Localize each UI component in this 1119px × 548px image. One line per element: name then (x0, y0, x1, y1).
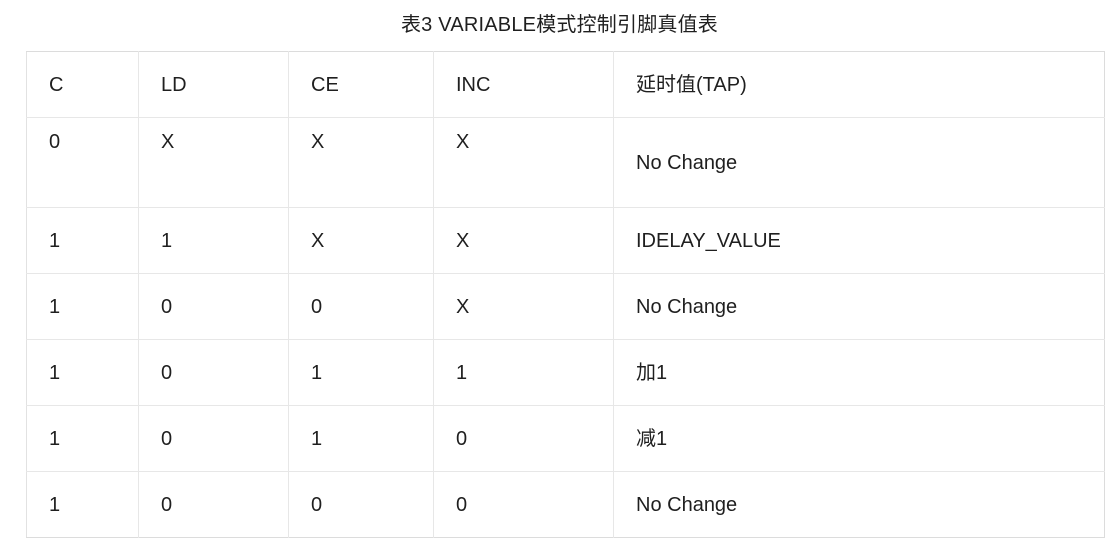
cell-delay-value: 减1 (613, 405, 1105, 472)
cell-ce: 0 (288, 471, 434, 538)
cell-inc: 1 (433, 339, 614, 406)
cell-inc: X (433, 117, 614, 208)
cell-c: 1 (26, 273, 139, 340)
cell-ce: X (288, 117, 434, 208)
column-header-ld: LD (138, 51, 289, 118)
cell-delay-value: IDELAY_VALUE (613, 207, 1105, 274)
cell-c: 1 (26, 339, 139, 406)
cell-ce: X (288, 207, 434, 274)
cell-ld: 1 (138, 207, 289, 274)
table-body: 0 X X X No Change 1 1 X X IDELAY_VALUE 1… (26, 117, 1105, 538)
cell-c: 1 (26, 405, 139, 472)
cell-ld: 0 (138, 471, 289, 538)
variable-mode-truth-table: C LD CE INC 延时值(TAP) 0 X X X No Change 1 (26, 51, 1105, 538)
cell-delay-value: No Change (613, 471, 1105, 538)
table-header-row: C LD CE INC 延时值(TAP) (26, 51, 1105, 118)
column-header-c: C (26, 51, 139, 118)
column-header-delay-value: 延时值(TAP) (613, 51, 1105, 118)
cell-inc: 0 (433, 405, 614, 472)
cell-c: 1 (26, 207, 139, 274)
cell-ce: 1 (288, 339, 434, 406)
cell-ce: 0 (288, 273, 434, 340)
table-row: 1 0 1 1 加1 (26, 339, 1105, 406)
cell-inc: 0 (433, 471, 614, 538)
cell-ld: 0 (138, 339, 289, 406)
cell-ld: 0 (138, 273, 289, 340)
table-caption: 表3 VARIABLE模式控制引脚真值表 (400, 14, 719, 36)
table-row: 1 0 0 X No Change (26, 273, 1105, 340)
cell-ld: X (138, 117, 289, 208)
cell-delay-value: No Change (613, 273, 1105, 340)
column-header-inc: INC (433, 51, 614, 118)
cell-c: 0 (26, 117, 139, 208)
table-header: C LD CE INC 延时值(TAP) (26, 51, 1105, 118)
page-root: 表3 VARIABLE模式控制引脚真值表 C LD CE INC 延时值(TAP… (0, 0, 1119, 548)
cell-c: 1 (26, 471, 139, 538)
truth-table-container: C LD CE INC 延时值(TAP) 0 X X X No Change 1 (26, 51, 1105, 538)
cell-inc: X (433, 207, 614, 274)
cell-ld: 0 (138, 405, 289, 472)
table-row: 1 0 1 0 减1 (26, 405, 1105, 472)
cell-delay-value: 加1 (613, 339, 1105, 406)
column-header-ce: CE (288, 51, 434, 118)
table-row: 1 0 0 0 No Change (26, 471, 1105, 538)
table-row: 0 X X X No Change (26, 117, 1105, 208)
table-row: 1 1 X X IDELAY_VALUE (26, 207, 1105, 274)
cell-ce: 1 (288, 405, 434, 472)
cell-inc: X (433, 273, 614, 340)
cell-delay-value: No Change (613, 117, 1105, 208)
